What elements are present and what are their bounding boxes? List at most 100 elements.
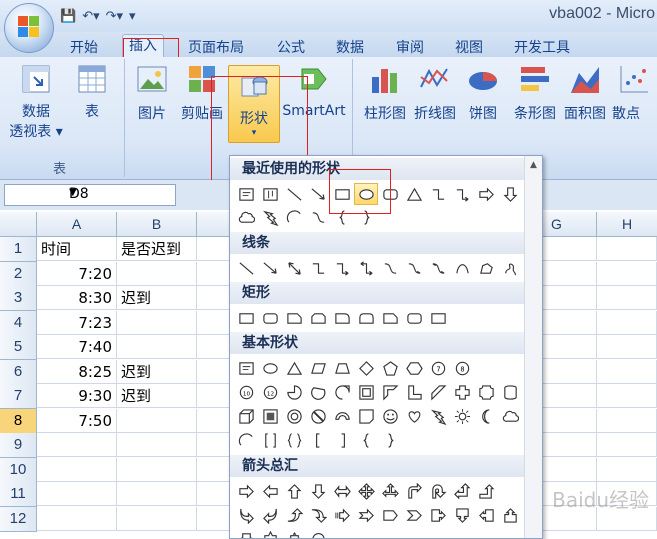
row-header[interactable]: 6 — [0, 359, 37, 385]
decagon-icon[interactable]: 10 — [234, 381, 258, 403]
heart-icon[interactable] — [402, 405, 426, 427]
cell-a[interactable]: 9:30 — [37, 384, 117, 408]
heptagon-icon[interactable]: 7 — [426, 357, 450, 379]
cell[interactable] — [597, 335, 657, 359]
hexagon-icon[interactable] — [402, 357, 426, 379]
bar-chart-button[interactable]: 条形图 — [510, 63, 560, 123]
row-header[interactable]: 8 — [0, 408, 37, 434]
pentagon-icon[interactable] — [378, 357, 402, 379]
can-icon[interactable] — [498, 381, 522, 403]
right-brace-icon[interactable] — [378, 429, 402, 451]
column-chart-button[interactable]: 柱形图 — [360, 63, 410, 123]
column-header-b[interactable]: B — [117, 212, 197, 237]
tab-data[interactable]: 数据 — [336, 37, 364, 57]
right-arrow-icon[interactable] — [234, 480, 258, 502]
triangle-icon[interactable] — [402, 183, 426, 205]
left-bracket-icon[interactable] — [306, 429, 330, 451]
cell[interactable] — [597, 310, 657, 335]
triangle-icon[interactable] — [282, 357, 306, 379]
left-right-arrow-callout-icon[interactable] — [234, 528, 258, 538]
bevel-icon[interactable] — [258, 405, 282, 427]
redo-icon[interactable]: ↷▾ — [106, 9, 123, 24]
cube-icon[interactable] — [234, 405, 258, 427]
cell-a[interactable]: 8:30 — [37, 286, 117, 310]
shapes-button[interactable]: 形状 ▾ — [228, 65, 280, 143]
smiley-face-icon[interactable] — [378, 405, 402, 427]
scribble-icon[interactable] — [498, 257, 522, 279]
right-arrow-callout-icon[interactable] — [426, 504, 450, 526]
cell-b[interactable] — [117, 310, 197, 335]
curved-double-arrow-icon[interactable] — [426, 257, 450, 279]
snip-rectangle-icon[interactable] — [378, 307, 402, 329]
parallelogram-icon[interactable] — [306, 357, 330, 379]
pie-shape-icon[interactable] — [282, 381, 306, 403]
arc-shape-icon[interactable] — [234, 429, 258, 451]
area-chart-button[interactable]: 面积图 — [560, 63, 610, 123]
l-shape-icon[interactable] — [402, 381, 426, 403]
lightning-bolt-icon[interactable] — [258, 206, 282, 228]
quad-arrow-icon[interactable] — [354, 480, 378, 502]
arc-shape-icon[interactable] — [282, 206, 306, 228]
oval-icon[interactable] — [354, 183, 378, 205]
office-button[interactable] — [4, 3, 54, 53]
dodecagon-icon[interactable]: 12 — [258, 381, 282, 403]
cell-b[interactable] — [117, 261, 197, 286]
column-header-h[interactable]: H — [597, 212, 657, 237]
diagonal-stripe-icon[interactable] — [426, 381, 450, 403]
picture-button[interactable]: 图片 — [133, 63, 171, 123]
notched-right-arrow-icon[interactable] — [354, 504, 378, 526]
row-header[interactable]: 3 — [0, 286, 37, 311]
down-arrow-callout-icon[interactable] — [450, 504, 474, 526]
cell-b[interactable]: 迟到 — [117, 359, 197, 384]
up-arrow-icon[interactable] — [282, 480, 306, 502]
cell-a[interactable]: 时间 — [37, 237, 117, 261]
curved-connector-icon[interactable] — [306, 206, 330, 228]
cell-b[interactable] — [117, 457, 197, 482]
column-header-a[interactable]: A — [37, 212, 117, 237]
cell-a[interactable] — [37, 457, 117, 482]
bent-up-arrow-icon[interactable] — [474, 480, 498, 502]
tab-review[interactable]: 审阅 — [396, 37, 424, 57]
text-box-icon[interactable] — [234, 357, 258, 379]
tab-view[interactable]: 视图 — [455, 37, 483, 57]
chevron-arrow-icon[interactable] — [402, 504, 426, 526]
oval-icon[interactable] — [258, 357, 282, 379]
tab-insert[interactable]: 插入 — [122, 34, 164, 59]
left-arrow-callout-icon[interactable] — [474, 504, 498, 526]
curved-connector-icon[interactable] — [378, 257, 402, 279]
trapezoid-icon[interactable] — [330, 357, 354, 379]
cell[interactable] — [597, 457, 657, 482]
quad-arrow-callout-icon[interactable] — [282, 528, 306, 538]
right-arrow-icon[interactable] — [474, 183, 498, 205]
row-header[interactable]: 5 — [0, 335, 37, 360]
double-bracket-icon[interactable] — [258, 429, 282, 451]
tab-page-layout[interactable]: 页面布局 — [188, 37, 244, 57]
cell-a[interactable] — [37, 482, 117, 506]
cell[interactable] — [597, 433, 657, 457]
up-down-arrow-callout-icon[interactable] — [258, 528, 282, 538]
double-brace-icon[interactable] — [282, 429, 306, 451]
cell-b[interactable]: 是否迟到 — [117, 237, 197, 261]
row-header[interactable]: 7 — [0, 384, 37, 409]
row-header[interactable]: 11 — [0, 482, 37, 507]
right-brace-icon[interactable] — [354, 206, 378, 228]
down-arrow-icon[interactable] — [306, 480, 330, 502]
cell[interactable] — [597, 384, 657, 408]
row-header[interactable]: 2 — [0, 261, 37, 287]
elbow-arrow-connector-icon[interactable] — [450, 183, 474, 205]
row-header[interactable]: 9 — [0, 433, 37, 458]
pie-chart-button[interactable]: 饼图 — [463, 63, 503, 123]
elbow-double-arrow-icon[interactable] — [354, 257, 378, 279]
select-all-corner[interactable] — [0, 212, 37, 237]
cell-a[interactable] — [37, 506, 117, 531]
cell[interactable] — [597, 261, 657, 286]
tab-home[interactable]: 开始 — [70, 37, 98, 57]
left-arrow-icon[interactable] — [258, 480, 282, 502]
dropdown-scrollbar[interactable]: ▲ — [524, 156, 542, 538]
left-up-arrow-icon[interactable] — [450, 480, 474, 502]
row-header[interactable]: 12 — [0, 506, 37, 532]
freeform-icon[interactable] — [474, 257, 498, 279]
curved-up-arrow-icon[interactable] — [282, 504, 306, 526]
table-button[interactable]: 表 — [72, 63, 112, 121]
rectangle-icon[interactable] — [234, 307, 258, 329]
